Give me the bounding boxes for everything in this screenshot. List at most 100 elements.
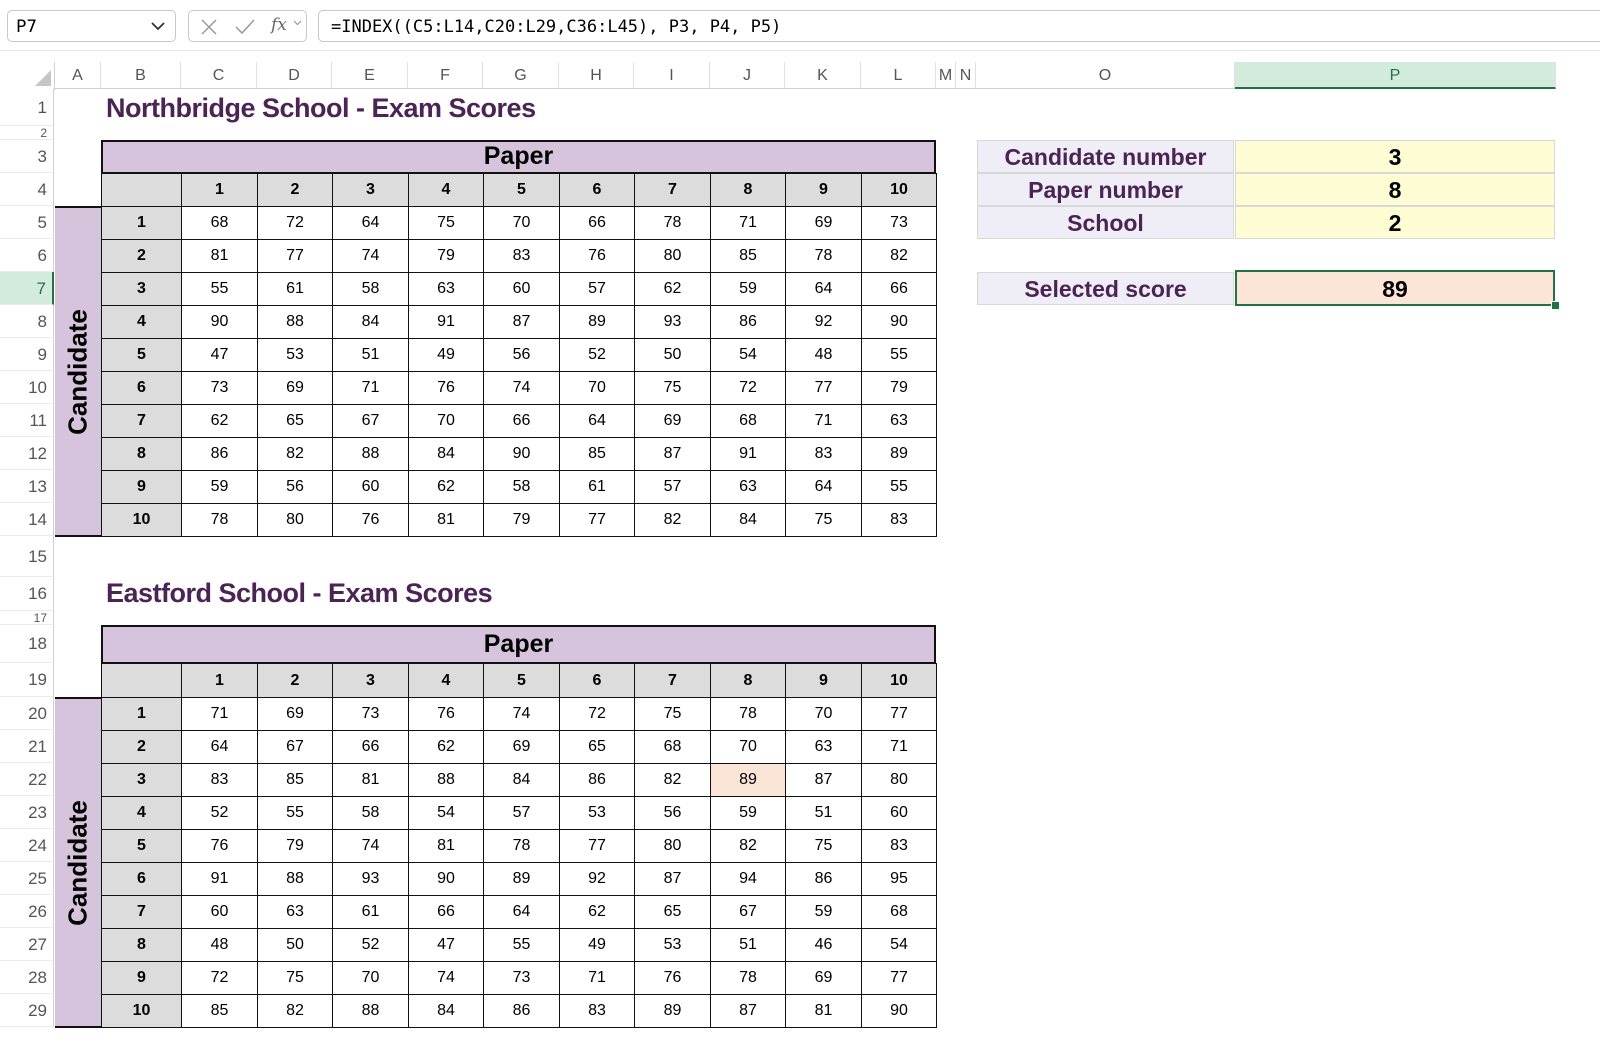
eastford-score-cell[interactable]: 64 (181, 730, 258, 764)
northbridge-score-cell[interactable]: 85 (710, 239, 786, 273)
eastford-score-cell[interactable]: 64 (483, 895, 560, 929)
northbridge-score-cell[interactable]: 64 (559, 404, 635, 438)
check-icon[interactable] (234, 18, 256, 36)
eastford-score-cell[interactable]: 86 (483, 994, 560, 1028)
eastford-score-cell[interactable]: 81 (332, 763, 409, 797)
column-header-K[interactable]: K (785, 62, 861, 89)
eastford-score-cell[interactable]: 83 (181, 763, 258, 797)
northbridge-score-cell[interactable]: 70 (559, 371, 635, 405)
eastford-score-cell[interactable]: 76 (408, 697, 484, 731)
northbridge-score-cell[interactable]: 90 (483, 437, 560, 471)
eastford-score-cell[interactable]: 61 (332, 895, 409, 929)
eastford-score-cell[interactable]: 86 (559, 763, 635, 797)
northbridge-score-cell[interactable]: 80 (257, 503, 333, 537)
row-header-2[interactable]: 2 (0, 126, 54, 140)
row-header-17[interactable]: 17 (0, 611, 54, 625)
row-header-13[interactable]: 13 (0, 470, 54, 503)
northbridge-score-cell[interactable]: 90 (181, 305, 258, 339)
eastford-score-cell[interactable]: 65 (559, 730, 635, 764)
candidate-number-input[interactable]: 3 (1235, 140, 1555, 173)
column-header-O[interactable]: O (976, 62, 1235, 89)
northbridge-score-cell[interactable]: 74 (483, 371, 560, 405)
column-header-F[interactable]: F (408, 62, 483, 89)
row-header-8[interactable]: 8 (0, 305, 54, 338)
eastford-score-cell[interactable]: 83 (559, 994, 635, 1028)
eastford-score-cell[interactable]: 69 (483, 730, 560, 764)
eastford-score-cell[interactable]: 66 (332, 730, 409, 764)
eastford-score-cell[interactable]: 76 (181, 829, 258, 863)
northbridge-score-cell[interactable]: 79 (861, 371, 937, 405)
northbridge-score-cell[interactable]: 74 (332, 239, 409, 273)
row-header-9[interactable]: 9 (0, 338, 54, 371)
eastford-score-cell[interactable]: 82 (257, 994, 333, 1028)
northbridge-score-cell[interactable]: 64 (785, 272, 862, 306)
northbridge-score-cell[interactable]: 75 (408, 206, 484, 240)
eastford-score-cell[interactable]: 73 (483, 961, 560, 995)
row-header-28[interactable]: 28 (0, 961, 54, 994)
eastford-score-cell[interactable]: 54 (861, 928, 937, 962)
eastford-score-cell[interactable]: 93 (332, 862, 409, 896)
northbridge-score-cell[interactable]: 86 (181, 437, 258, 471)
eastford-score-cell[interactable]: 73 (332, 697, 409, 731)
northbridge-score-cell[interactable]: 54 (710, 338, 786, 372)
column-header-D[interactable]: D (257, 62, 332, 89)
eastford-score-cell[interactable]: 86 (785, 862, 862, 896)
eastford-score-cell[interactable]: 88 (332, 994, 409, 1028)
northbridge-score-cell[interactable]: 77 (785, 371, 862, 405)
eastford-score-cell[interactable]: 74 (332, 829, 409, 863)
eastford-score-cell[interactable]: 94 (710, 862, 786, 896)
northbridge-score-cell[interactable]: 91 (408, 305, 484, 339)
northbridge-score-cell[interactable]: 72 (257, 206, 333, 240)
northbridge-score-cell[interactable]: 82 (861, 239, 937, 273)
row-header-26[interactable]: 26 (0, 895, 54, 928)
eastford-score-cell[interactable]: 84 (408, 994, 484, 1028)
row-header-10[interactable]: 10 (0, 371, 54, 404)
northbridge-score-cell[interactable]: 66 (483, 404, 560, 438)
northbridge-score-cell[interactable]: 63 (408, 272, 484, 306)
eastford-score-cell[interactable]: 71 (181, 697, 258, 731)
eastford-score-cell[interactable]: 75 (634, 697, 711, 731)
northbridge-score-cell[interactable]: 82 (634, 503, 711, 537)
row-header-15[interactable]: 15 (0, 536, 54, 577)
eastford-score-cell[interactable]: 88 (408, 763, 484, 797)
eastford-score-cell[interactable]: 68 (861, 895, 937, 929)
northbridge-score-cell[interactable]: 57 (634, 470, 711, 504)
northbridge-score-cell[interactable]: 55 (181, 272, 258, 306)
northbridge-score-cell[interactable]: 73 (861, 206, 937, 240)
northbridge-score-cell[interactable]: 84 (408, 437, 484, 471)
northbridge-score-cell[interactable]: 58 (332, 272, 409, 306)
northbridge-score-cell[interactable]: 79 (483, 503, 560, 537)
northbridge-score-cell[interactable]: 70 (408, 404, 484, 438)
column-header-A[interactable]: A (55, 62, 101, 89)
northbridge-score-cell[interactable]: 68 (181, 206, 258, 240)
column-header-E[interactable]: E (332, 62, 408, 89)
eastford-score-cell[interactable]: 66 (408, 895, 484, 929)
name-box[interactable]: P7 (7, 10, 176, 42)
northbridge-score-cell[interactable]: 62 (634, 272, 711, 306)
eastford-score-cell[interactable]: 89 (483, 862, 560, 896)
eastford-score-cell[interactable]: 80 (634, 829, 711, 863)
row-header-4[interactable]: 4 (0, 173, 54, 206)
northbridge-score-cell[interactable]: 71 (332, 371, 409, 405)
northbridge-score-cell[interactable]: 79 (408, 239, 484, 273)
northbridge-score-cell[interactable]: 60 (483, 272, 560, 306)
eastford-score-cell[interactable]: 76 (634, 961, 711, 995)
column-header-L[interactable]: L (861, 62, 936, 89)
eastford-score-cell[interactable]: 74 (408, 961, 484, 995)
eastford-score-cell[interactable]: 78 (710, 697, 786, 731)
column-header-J[interactable]: J (710, 62, 785, 89)
northbridge-score-cell[interactable]: 71 (710, 206, 786, 240)
row-header-6[interactable]: 6 (0, 239, 54, 272)
row-header-22[interactable]: 22 (0, 763, 54, 796)
eastford-score-cell[interactable]: 92 (559, 862, 635, 896)
eastford-score-cell[interactable]: 49 (559, 928, 635, 962)
eastford-score-cell[interactable]: 77 (559, 829, 635, 863)
northbridge-score-cell[interactable]: 70 (483, 206, 560, 240)
eastford-score-cell[interactable]: 68 (634, 730, 711, 764)
northbridge-score-cell[interactable]: 62 (181, 404, 258, 438)
eastford-score-cell[interactable]: 82 (710, 829, 786, 863)
eastford-score-cell[interactable]: 51 (710, 928, 786, 962)
selected-score-cell[interactable]: 89 (1235, 270, 1555, 306)
school-input[interactable]: 2 (1235, 206, 1555, 239)
eastford-score-cell[interactable]: 60 (861, 796, 937, 830)
